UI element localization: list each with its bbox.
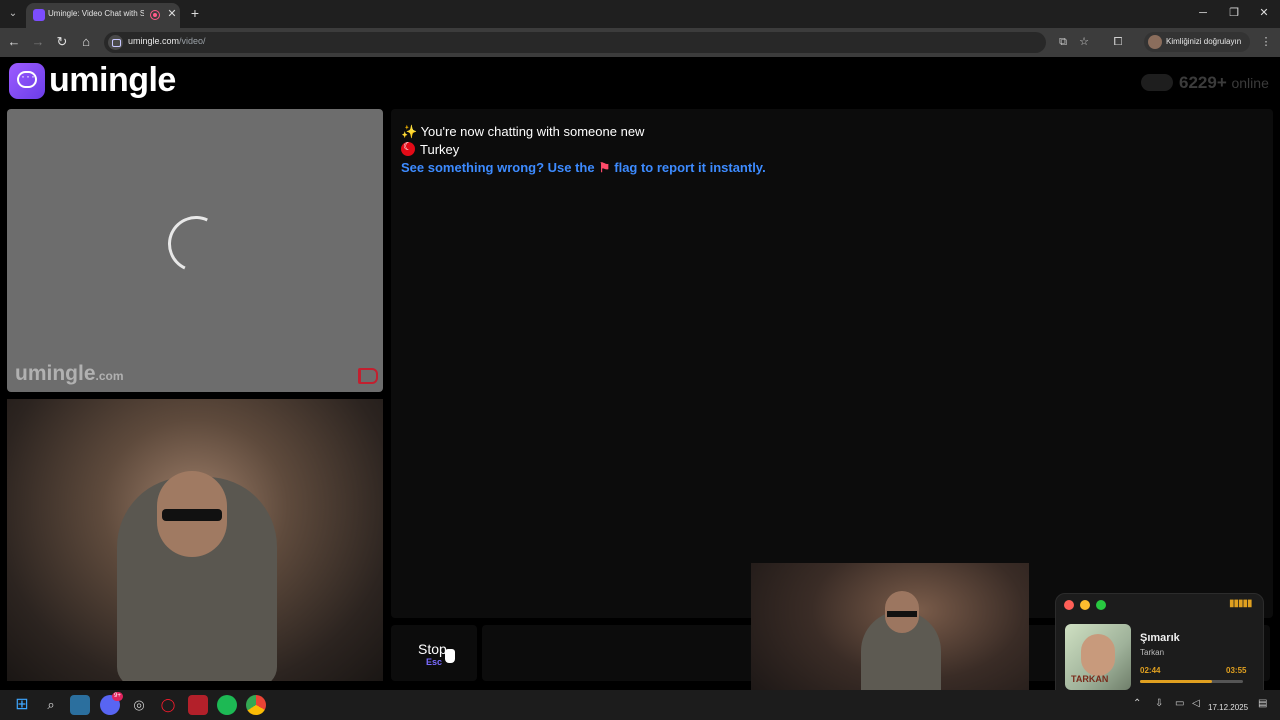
song-title: Şımarık	[1140, 632, 1180, 644]
menu-icon[interactable]: ⋮	[1258, 34, 1274, 50]
steam-icon[interactable]: ◎	[129, 695, 149, 715]
profile-label: Kimliğinizi doğrulayın	[1166, 37, 1242, 46]
address-bar[interactable]: umingle.com/video/	[104, 32, 1046, 53]
song-progress-fill	[1140, 680, 1213, 683]
volume-icon[interactable]: ◁	[1192, 698, 1200, 709]
chat-country-message: Turkey	[401, 140, 459, 157]
url-text: umingle.com/video/	[128, 36, 206, 46]
tray-icon[interactable]: ⇩	[1155, 698, 1163, 709]
maximize-dot[interactable]	[1096, 600, 1106, 610]
search-icon[interactable]: ⌕	[41, 695, 61, 715]
logo-icon[interactable]	[9, 63, 45, 99]
streaming-app-icon[interactable]	[188, 695, 208, 715]
browser-toolbar: ← → ↻ ⌂ umingle.com/video/ ⧉ ☆ ⧠ Kimliği…	[0, 28, 1280, 57]
tab-title: Umingle: Video Chat with S	[48, 9, 144, 18]
album-face	[1081, 634, 1115, 676]
online-counter: 6229+ online	[1179, 73, 1269, 92]
loading-spinner	[160, 208, 232, 280]
tab-favicon	[33, 9, 45, 21]
stranger-video: umingle.com	[7, 109, 383, 392]
total-time: 03:55	[1226, 666, 1247, 675]
tab-search-icon[interactable]: ⌄	[4, 5, 22, 23]
spotify-icon[interactable]	[217, 695, 237, 715]
stop-shortcut-hint: Esc	[426, 657, 443, 667]
home-icon[interactable]: ⌂	[78, 34, 94, 50]
turkey-flag-icon	[401, 140, 415, 156]
flag-icon: ⚑	[598, 160, 611, 175]
mouse-cursor-icon	[445, 649, 455, 663]
song-artist: Tarkan	[1140, 648, 1165, 657]
browser-tab-strip: ⌄ Umingle: Video Chat with S ✕ + ─ ❐ ✕	[0, 0, 1280, 28]
chat-intro-message: ✨ You're now chatting with someone new	[401, 124, 645, 139]
chat-panel: ✨ You're now chatting with someone new T…	[391, 109, 1273, 618]
window-close-icon[interactable]: ✕	[1256, 5, 1272, 21]
recording-icon	[150, 10, 160, 20]
browser-tab[interactable]: Umingle: Video Chat with S ✕	[26, 3, 180, 28]
minimize-icon[interactable]: ─	[1195, 5, 1211, 21]
network-icon[interactable]: ▭	[1175, 698, 1184, 709]
self-video-glasses	[162, 509, 222, 521]
app-icon[interactable]	[70, 695, 90, 715]
windows-icon[interactable]: ⊞	[12, 695, 32, 715]
video-watermark: umingle.com	[15, 362, 124, 385]
notification-badge: 9+	[112, 692, 123, 701]
chrome-icon[interactable]	[246, 695, 266, 715]
opera-icon[interactable]: ◯	[158, 695, 178, 715]
song-progress-bar[interactable]	[1140, 680, 1243, 683]
minimize-dot[interactable]	[1080, 600, 1090, 610]
back-icon[interactable]: ←	[6, 34, 22, 50]
self-video	[7, 399, 383, 681]
logo-text[interactable]: umingle	[49, 61, 176, 100]
translate-icon[interactable]: ⧉	[1055, 34, 1071, 50]
forward-icon[interactable]: →	[30, 34, 46, 50]
chevron-up-icon[interactable]: ⌃	[1133, 698, 1141, 709]
stop-button-label: Stop	[418, 641, 447, 657]
new-tab-button[interactable]: +	[187, 5, 203, 21]
profile-button[interactable]: Kimliğinizi doğrulayın	[1144, 32, 1250, 52]
site-info-icon[interactable]	[108, 35, 123, 50]
now-playing-widget: ▮▮▮▮▮ TARKAN Şımarık Tarkan 02:44 03:55	[1055, 593, 1264, 700]
notifications-icon[interactable]: ▤	[1258, 698, 1267, 709]
webcam-glasses	[887, 611, 917, 617]
close-icon[interactable]: ✕	[166, 7, 178, 21]
avatar	[1148, 35, 1162, 49]
sparkle-icon: ✨	[401, 124, 418, 139]
close-dot[interactable]	[1064, 600, 1074, 610]
discord-icon[interactable]: 9+	[100, 692, 123, 715]
album-label: TARKAN	[1071, 674, 1109, 684]
reload-icon[interactable]: ↻	[54, 34, 70, 50]
report-hint-message: See something wrong? Use the ⚑ flag to rep…	[401, 160, 766, 175]
star-icon[interactable]: ☆	[1076, 34, 1092, 50]
taskbar-date: 17.12.2025	[1208, 703, 1249, 712]
stop-button[interactable]: Stop Esc	[391, 625, 477, 681]
flag-icon[interactable]	[358, 368, 378, 384]
extensions-icon[interactable]: ⧠	[1110, 34, 1126, 50]
chat-bubble-icon	[17, 69, 37, 88]
online-toggle[interactable]	[1141, 74, 1173, 91]
album-art: TARKAN	[1065, 624, 1131, 690]
restore-icon[interactable]: ❐	[1226, 5, 1242, 21]
taskbar: ⊞ ⌕ 9+ ◎ ◯ ⌃ ⇩ ▭ ◁ 17.12.2025 ▤	[0, 690, 1280, 720]
equalizer-icon: ▮▮▮▮▮	[1229, 598, 1252, 609]
elapsed-time: 02:44	[1140, 666, 1161, 675]
